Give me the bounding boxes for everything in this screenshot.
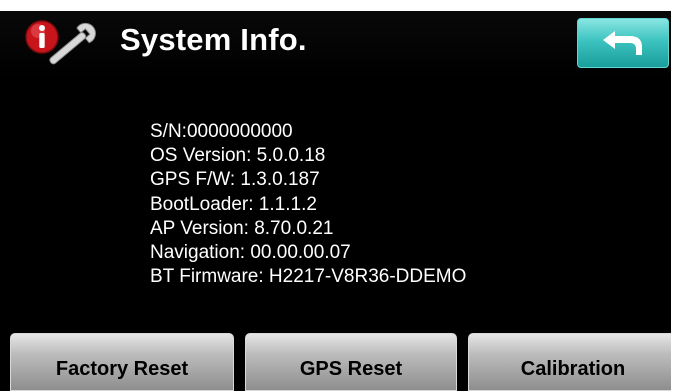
bt-firmware: BT Firmware: H2217-V8R36-DDEMO bbox=[150, 266, 467, 288]
calibration-button[interactable]: Calibration bbox=[468, 333, 678, 391]
calibration-label: Calibration bbox=[520, 357, 626, 380]
navigation-version: Navigation: 00.00.00.07 bbox=[150, 242, 351, 264]
system-info-list: S/N:0000000000 OS Version: 5.0.0.18 GPS … bbox=[150, 120, 630, 289]
gps-reset-button[interactable]: GPS Reset bbox=[245, 333, 457, 391]
gps-reset-label: GPS Reset bbox=[299, 357, 403, 380]
factory-reset-button[interactable]: Factory Reset bbox=[10, 333, 234, 391]
system-info-screen: System Info. S/N:0000000000 OS Version: … bbox=[0, 0, 678, 391]
os-version: OS Version: 5.0.0.18 bbox=[150, 145, 326, 167]
ap-version: AP Version: 8.70.0.21 bbox=[150, 217, 334, 239]
info-wrench-icon bbox=[25, 20, 96, 65]
page-title: System Info. bbox=[120, 22, 307, 57]
serial-number: S/N:0000000000 bbox=[150, 121, 293, 142]
gps-firmware: GPS F/W: 1.3.0.187 bbox=[150, 169, 320, 191]
back-button[interactable] bbox=[577, 18, 669, 68]
factory-reset-label: Factory Reset bbox=[55, 357, 189, 380]
header-bar: System Info. bbox=[0, 0, 678, 80]
frame-top-border bbox=[0, 0, 678, 11]
frame-right-border bbox=[671, 0, 678, 391]
back-arrow-icon bbox=[603, 31, 642, 55]
bootloader-version: BootLoader: 1.1.1.2 bbox=[150, 193, 317, 215]
